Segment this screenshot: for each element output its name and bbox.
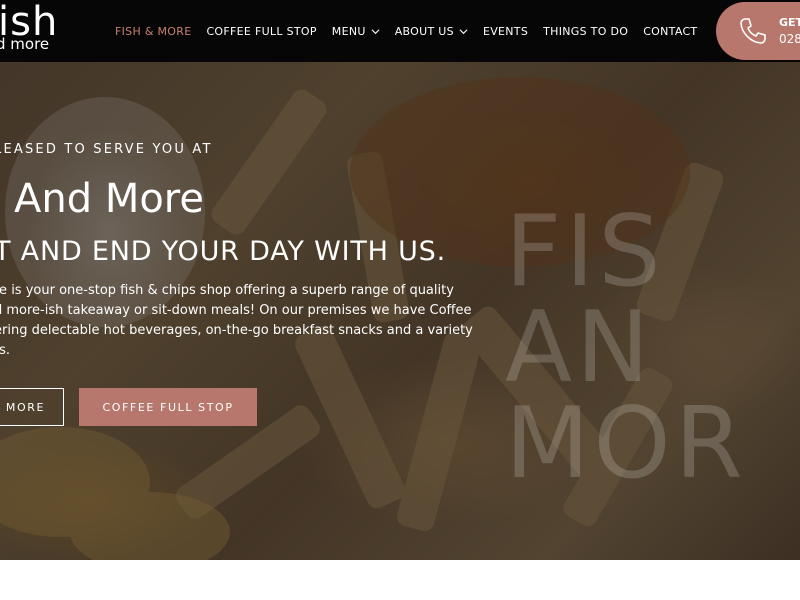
nav-item-events[interactable]: EVENTS [483,25,528,38]
hero-section: FIS AN MOR LEASED TO SERVE YOU AT And Mo… [0,62,800,560]
call-button-phone: 028 [779,32,800,46]
phone-icon [740,18,766,44]
site-logo[interactable]: ish d more [0,2,58,52]
call-button[interactable]: GET 028 [716,2,800,60]
hero-watermark: FIS AN MOR [505,195,800,502]
nav-item-contact[interactable]: CONTACT [643,25,697,38]
hero-description-line: ering delectable hot beverages, on-the-g… [0,323,473,338]
hero-subtitle: T AND END YOUR DAY WITH US. [0,236,447,267]
nav-item-about-us[interactable]: ABOUT US [395,25,468,38]
nav-item-menu[interactable]: MENU [332,25,380,38]
watermark-line: FIS [505,195,665,309]
chevron-down-icon [371,28,380,34]
nav-item-fish-and-more[interactable]: FISH & MORE [115,25,191,38]
site-header: ish d more FISH & MORE COFFEE FULL STOP … [0,0,800,62]
find-more-button[interactable]: D MORE [0,388,64,426]
nav-item-label: EVENTS [482,24,529,38]
nav-item-label: ABOUT US [394,24,454,38]
hero-description-line: d more-ish takeaway or sit-down meals! O… [0,303,472,318]
hero-description: re is your one-stop fish & chips shop of… [0,281,494,361]
nav-item-label: THINGS TO DO [543,24,629,38]
coffee-full-stop-button[interactable]: COFFEE FULL STOP [79,388,257,426]
main-nav: FISH & MORE COFFEE FULL STOP MENU ABOUT … [115,0,712,62]
hero-description-line: ts. [0,343,11,358]
nav-item-coffee-full-stop[interactable]: COFFEE FULL STOP [206,25,316,38]
nav-item-label: FISH & MORE [115,24,192,38]
nav-item-label: CONTACT [643,24,698,38]
watermark-line: MOR [505,387,747,502]
nav-item-label: COFFEE FULL STOP [206,24,317,38]
nav-item-things-to-do[interactable]: THINGS TO DO [543,25,628,38]
chevron-down-icon [459,28,468,34]
hero-description-line: re is your one-stop fish & chips shop of… [0,283,454,298]
watermark-line: AN [505,291,654,406]
nav-item-label: MENU [331,24,366,38]
hero-eyebrow: LEASED TO SERVE YOU AT [0,142,213,157]
hero-title: And More [14,176,204,222]
call-button-label: GET [779,16,800,29]
